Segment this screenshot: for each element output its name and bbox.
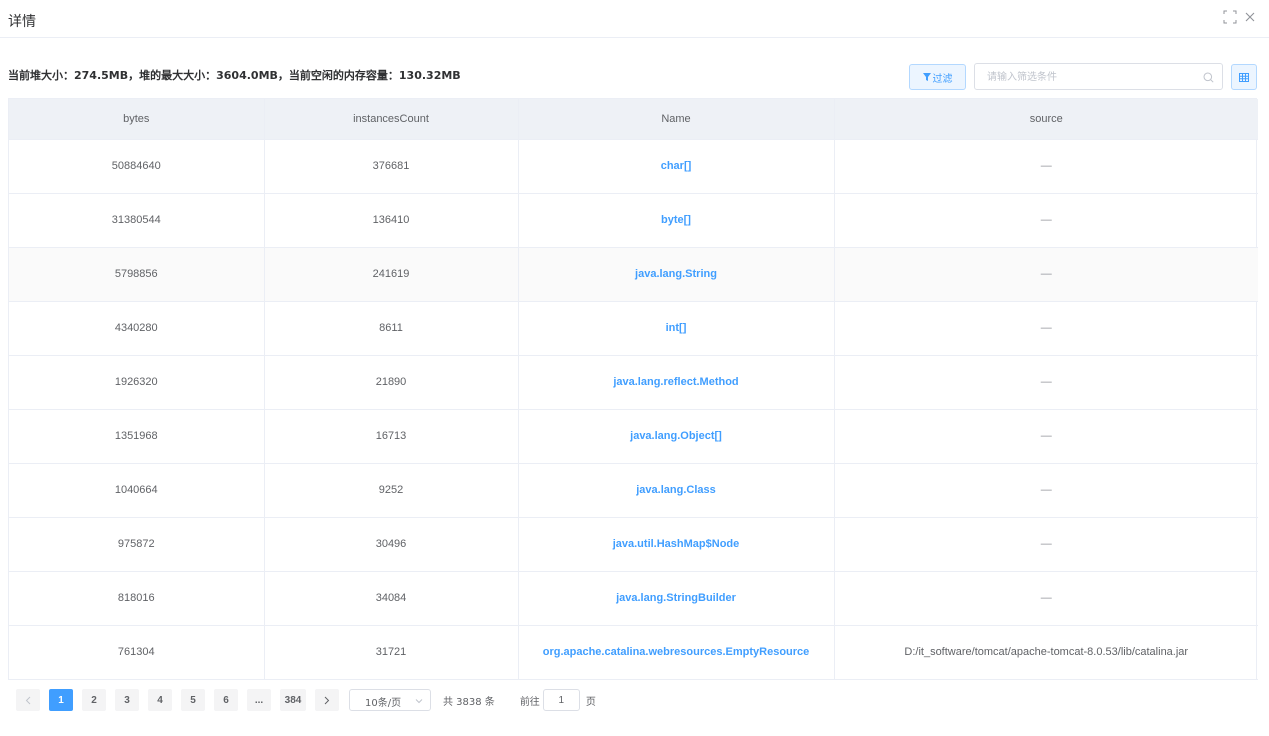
- class-name-link[interactable]: char[]: [661, 160, 692, 172]
- page-size-value: 10条/页: [365, 698, 402, 709]
- table-row: 975872 30496 java.util.HashMap$Node —: [9, 517, 1258, 572]
- next-page-button[interactable]: [315, 689, 339, 711]
- cell-name: int[]: [518, 301, 835, 356]
- table-row: 761304 31721 org.apache.catalina.webreso…: [9, 625, 1258, 680]
- cell-bytes: 31380544: [9, 193, 265, 248]
- class-name-link[interactable]: org.apache.catalina.webresources.EmptyRe…: [543, 646, 810, 658]
- cell-name: java.lang.reflect.Method: [518, 355, 835, 410]
- cell-instances-count: 21890: [264, 355, 519, 410]
- cell-name: java.util.HashMap$Node: [518, 517, 835, 572]
- chevron-left-icon: [25, 696, 31, 704]
- dialog-header: 详情: [0, 0, 1269, 38]
- table-row: 31380544 136410 byte[] —: [9, 193, 1258, 248]
- filter-button[interactable]: 过滤: [909, 64, 966, 90]
- cell-source: —: [834, 355, 1258, 410]
- page-button[interactable]: 384: [280, 689, 306, 711]
- cell-name: java.lang.Class: [518, 463, 835, 518]
- table-row: 50884640 376681 char[] —: [9, 139, 1258, 194]
- cell-instances-count: 16713: [264, 409, 519, 464]
- cell-source: —: [834, 517, 1258, 572]
- search-box[interactable]: [974, 63, 1223, 90]
- cell-bytes: 5798856: [9, 247, 265, 302]
- cell-instances-count: 34084: [264, 571, 519, 626]
- page-button[interactable]: 3: [115, 689, 139, 711]
- cell-bytes: 1926320: [9, 355, 265, 410]
- chevron-down-icon: [415, 699, 423, 704]
- close-icon[interactable]: [1243, 10, 1257, 24]
- search-icon[interactable]: [1203, 72, 1214, 83]
- class-name-link[interactable]: java.lang.Class: [636, 484, 716, 496]
- class-name-link[interactable]: byte[]: [661, 214, 691, 226]
- goto-page-input[interactable]: [542, 689, 580, 711]
- cell-source: —: [834, 139, 1258, 194]
- class-name-link[interactable]: java.lang.String: [635, 268, 717, 280]
- page-button[interactable]: 6: [214, 689, 238, 711]
- table-row: 4340280 8611 int[] —: [9, 301, 1258, 356]
- cell-source: —: [834, 463, 1258, 518]
- column-header-source[interactable]: source: [834, 99, 1258, 140]
- cell-name: java.lang.StringBuilder: [518, 571, 835, 626]
- page-button[interactable]: 2: [82, 689, 106, 711]
- table-row: 5798856 241619 java.lang.String —: [9, 247, 1258, 302]
- table-header-row: bytes instancesCount Name source: [9, 99, 1258, 140]
- cell-bytes: 818016: [9, 571, 265, 626]
- cell-name: char[]: [518, 139, 835, 194]
- chevron-right-icon: [324, 696, 330, 704]
- class-name-link[interactable]: java.lang.reflect.Method: [613, 376, 738, 388]
- cell-bytes: 50884640: [9, 139, 265, 194]
- table-row: 1040664 9252 java.lang.Class —: [9, 463, 1258, 518]
- class-name-link[interactable]: int[]: [666, 322, 687, 334]
- pagination: 1 2 3 4 5 6 ... 384 10条/页 共 3838 条 前往 页: [16, 688, 596, 712]
- filter-button-label: 过滤: [932, 73, 953, 85]
- cell-source: D:/it_software/tomcat/apache-tomcat-8.0.…: [834, 625, 1258, 680]
- total-count: 共 3838 条: [443, 696, 495, 708]
- table-grid-icon: [1239, 72, 1249, 82]
- prev-page-button[interactable]: [16, 689, 40, 711]
- cell-source: —: [834, 409, 1258, 464]
- table-row: 1351968 16713 java.lang.Object[] —: [9, 409, 1258, 464]
- cell-instances-count: 31721: [264, 625, 519, 680]
- page-size-select[interactable]: 10条/页: [349, 689, 431, 711]
- fullscreen-icon[interactable]: [1223, 10, 1237, 24]
- more-pages-button[interactable]: ...: [247, 689, 271, 711]
- cell-bytes: 975872: [9, 517, 265, 572]
- class-histogram-table: bytes instancesCount Name source 5088464…: [8, 98, 1258, 680]
- column-header-instances-count[interactable]: instancesCount: [264, 99, 519, 140]
- cell-name: java.lang.Object[]: [518, 409, 835, 464]
- cell-name: byte[]: [518, 193, 835, 248]
- cell-source: —: [834, 193, 1258, 248]
- cell-source: —: [834, 301, 1258, 356]
- cell-instances-count: 241619: [264, 247, 519, 302]
- cell-bytes: 761304: [9, 625, 265, 680]
- cell-instances-count: 30496: [264, 517, 519, 572]
- table-row: 818016 34084 java.lang.StringBuilder —: [9, 571, 1258, 626]
- cell-source: —: [834, 571, 1258, 626]
- cell-bytes: 4340280: [9, 301, 265, 356]
- cell-instances-count: 9252: [264, 463, 519, 518]
- cell-bytes: 1351968: [9, 409, 265, 464]
- goto-prefix: 前往: [519, 696, 540, 708]
- column-settings-button[interactable]: [1231, 64, 1257, 90]
- class-name-link[interactable]: java.lang.Object[]: [630, 430, 722, 442]
- dialog-title: 详情: [8, 14, 36, 30]
- cell-instances-count: 376681: [264, 139, 519, 194]
- page-button[interactable]: 1: [49, 689, 73, 711]
- search-input[interactable]: [987, 69, 1187, 85]
- funnel-icon: [922, 73, 931, 81]
- goto-suffix: 页: [585, 696, 596, 708]
- cell-instances-count: 136410: [264, 193, 519, 248]
- column-header-name[interactable]: Name: [518, 99, 835, 140]
- class-name-link[interactable]: java.util.HashMap$Node: [613, 538, 740, 550]
- cell-source: —: [834, 247, 1258, 302]
- page-button[interactable]: 4: [148, 689, 172, 711]
- cell-name: org.apache.catalina.webresources.EmptyRe…: [518, 625, 835, 680]
- page-button[interactable]: 5: [181, 689, 205, 711]
- cell-bytes: 1040664: [9, 463, 265, 518]
- table-row: 1926320 21890 java.lang.reflect.Method —: [9, 355, 1258, 410]
- cell-name: java.lang.String: [518, 247, 835, 302]
- heap-summary: 当前堆大小：274.5MB，堆的最大大小：3604.0MB，当前空闲的内存容量：…: [8, 69, 461, 82]
- class-name-link[interactable]: java.lang.StringBuilder: [616, 592, 736, 604]
- column-header-bytes[interactable]: bytes: [9, 99, 265, 140]
- cell-instances-count: 8611: [264, 301, 519, 356]
